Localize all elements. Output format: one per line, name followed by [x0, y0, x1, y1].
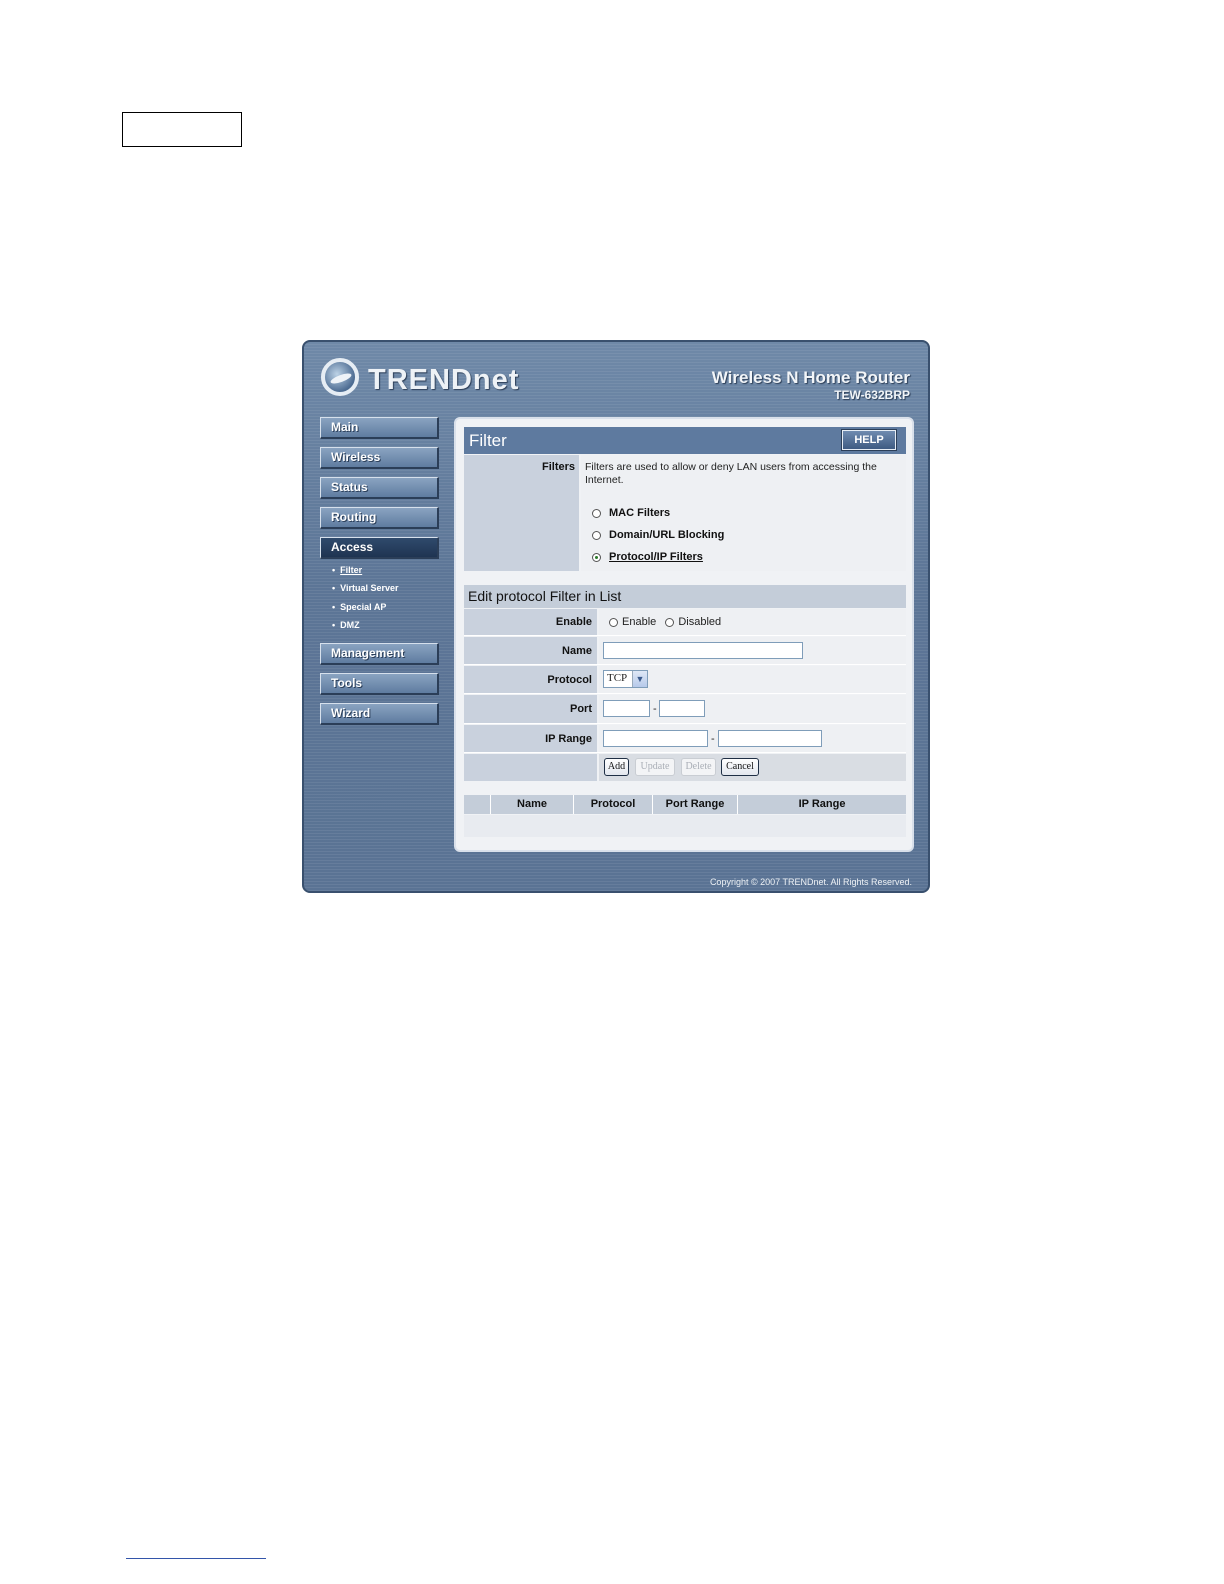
sidebar-subitem-filter[interactable]: • Filter [332, 565, 362, 575]
page-title: Filter [469, 431, 507, 450]
port-from-input[interactable] [603, 700, 650, 717]
section-header-edit: Edit protocol Filter in List [464, 585, 906, 608]
sidebar-subitem-special-ap[interactable]: • Special AP [332, 602, 386, 612]
name-input[interactable] [603, 642, 803, 659]
filter-option-domain-url[interactable]: Domain/URL Blocking [592, 529, 724, 542]
action-buttons-cell: Add Update Delete Cancel [599, 754, 906, 781]
enable-radio[interactable] [609, 617, 618, 627]
port-to-input[interactable] [659, 700, 705, 717]
cancel-button[interactable]: Cancel [721, 758, 759, 776]
chevron-down-icon: ▼ [632, 671, 647, 687]
ip-range-from-input[interactable] [603, 730, 708, 747]
port-value: - [599, 695, 906, 723]
ip-range-value: - [599, 725, 906, 752]
protocol-value: TCP ▼ [599, 666, 906, 693]
document-header-box [122, 112, 242, 147]
section-header-filter: Filter HELP [464, 427, 906, 454]
brand-logo: TRENDnet [368, 364, 520, 396]
sidebar-item-main[interactable]: Main [320, 417, 439, 439]
name-value [599, 637, 906, 664]
protocol-label: Protocol [464, 666, 597, 693]
content-panel: Filter HELP Filters Filters are used to … [454, 417, 914, 852]
port-row: Port - [464, 695, 906, 724]
trendnet-logo-icon [321, 358, 359, 396]
filter-list-body [464, 815, 906, 837]
sidebar-item-routing[interactable]: Routing [320, 507, 439, 529]
footnote-rule [126, 1558, 266, 1559]
filter-list-header: Name Protocol Port Range IP Range [464, 795, 906, 814]
router-web-ui: TRENDnet Wireless N Home Router TEW-632B… [302, 340, 930, 893]
filters-label: Filters [464, 455, 579, 571]
port-label: Port [464, 695, 597, 723]
protocol-row: Protocol TCP ▼ [464, 666, 906, 694]
filters-value-cell: Filters are used to allow or deny LAN us… [581, 455, 906, 571]
action-buttons-label-cell [464, 754, 597, 781]
list-col-port-range: Port Range [652, 795, 737, 814]
list-col-select [464, 795, 490, 814]
list-col-name: Name [490, 795, 573, 814]
sidebar-subitem-dmz[interactable]: • DMZ [332, 620, 360, 630]
sidebar-item-wireless[interactable]: Wireless [320, 447, 439, 469]
sidebar-subitem-virtual-server[interactable]: • Virtual Server [332, 583, 399, 593]
enable-label: Enable [464, 609, 597, 635]
enable-row: Enable Enable Disabled [464, 609, 906, 636]
sidebar-item-wizard[interactable]: Wizard [320, 703, 439, 725]
sidebar-item-tools[interactable]: Tools [320, 673, 439, 695]
name-row: Name [464, 637, 906, 665]
filters-description: Filters are used to allow or deny LAN us… [585, 461, 877, 486]
update-button[interactable]: Update [635, 758, 675, 776]
ip-range-row: IP Range - [464, 725, 906, 753]
port-separator: - [653, 703, 657, 715]
product-title: Wireless N Home Router [711, 368, 910, 387]
product-model: TEW-632BRP [834, 388, 910, 402]
sidebar-item-access[interactable]: Access [320, 537, 439, 559]
copyright-text: Copyright © 2007 TRENDnet. All Rights Re… [709, 877, 912, 887]
domain-url-blocking-radio[interactable] [592, 530, 601, 540]
ip-range-to-input[interactable] [718, 730, 822, 747]
list-col-ip-range: IP Range [737, 795, 906, 814]
disabled-radio[interactable] [665, 617, 675, 627]
ip-range-separator: - [711, 733, 715, 745]
sidebar-item-management[interactable]: Management [320, 643, 439, 665]
mac-filters-radio[interactable] [592, 508, 601, 518]
ip-range-label: IP Range [464, 725, 597, 752]
filter-option-protocol-ip[interactable]: Protocol/IP Filters [592, 551, 703, 564]
enable-value: Enable Disabled [599, 609, 906, 635]
protocol-select[interactable]: TCP ▼ [603, 670, 648, 688]
help-button[interactable]: HELP [841, 429, 897, 451]
add-button[interactable]: Add [604, 758, 629, 776]
filter-option-mac[interactable]: MAC Filters [592, 507, 670, 520]
action-buttons-row: Add Update Delete Cancel [464, 754, 906, 781]
name-label: Name [464, 637, 597, 664]
filters-row: Filters Filters are used to allow or den… [464, 455, 906, 571]
delete-button[interactable]: Delete [681, 758, 716, 776]
sidebar-item-status[interactable]: Status [320, 477, 439, 499]
list-col-protocol: Protocol [573, 795, 652, 814]
protocol-ip-filters-radio[interactable] [592, 552, 601, 562]
